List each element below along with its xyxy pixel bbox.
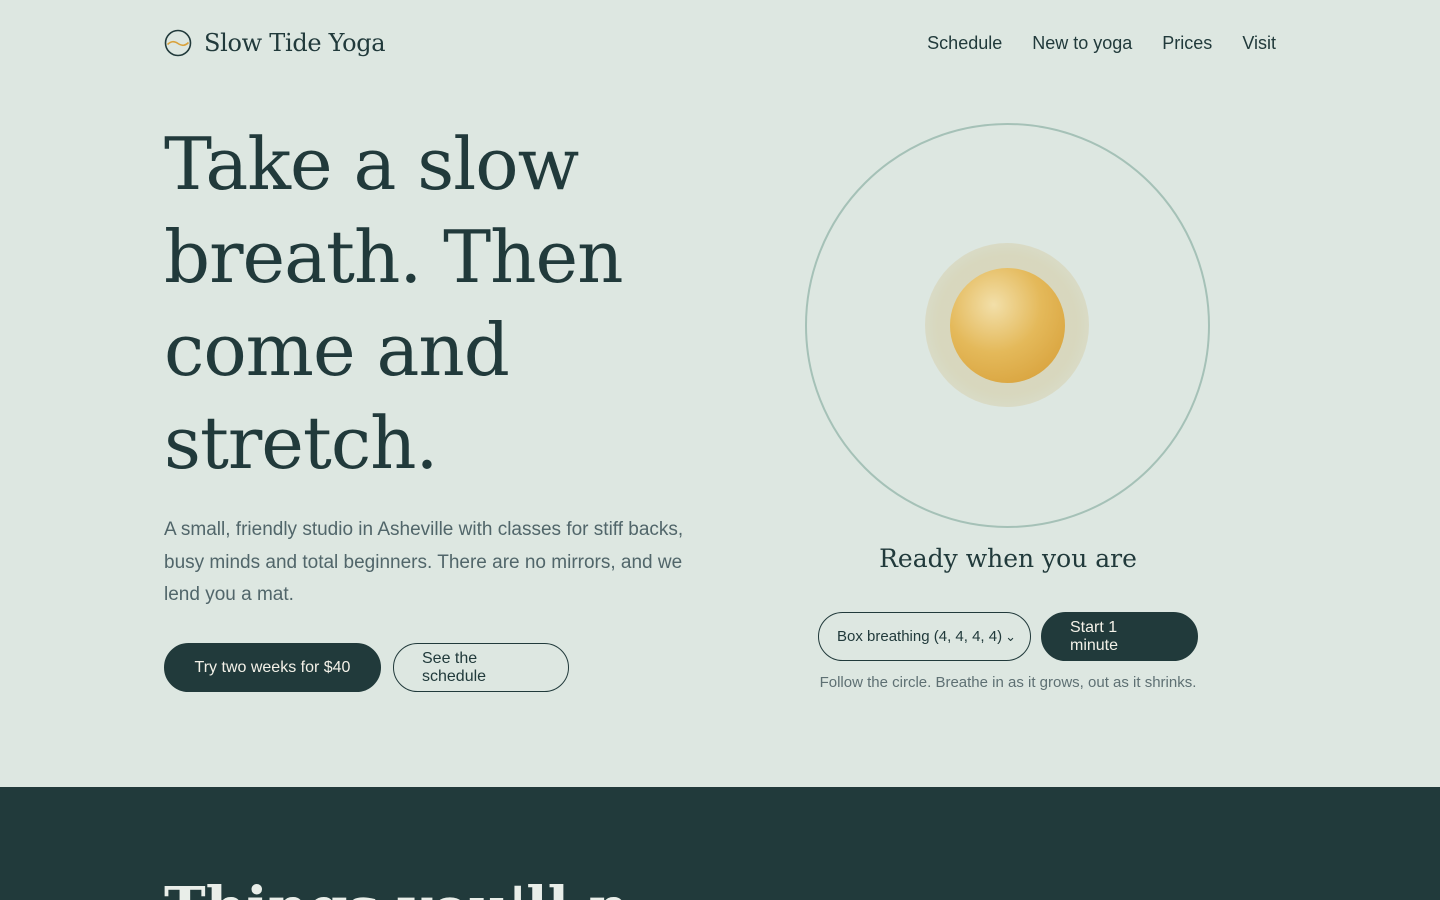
site-header: Slow Tide Yoga Schedule New to yoga Pric…	[164, 22, 1276, 64]
hero-title: Take a slow breath. Then come and stretc…	[164, 118, 724, 490]
nav-visit[interactable]: Visit	[1242, 33, 1276, 54]
hero-title-line: come and	[164, 308, 510, 392]
hero-title-line: Take a slow	[164, 122, 579, 206]
nav-prices[interactable]: Prices	[1162, 33, 1212, 54]
brand[interactable]: Slow Tide Yoga	[164, 29, 386, 57]
tide-circle-icon	[164, 29, 192, 57]
hero-description: A small, friendly studio in Asheville wi…	[164, 519, 684, 605]
next-section: Things you'll n	[0, 787, 1440, 900]
start-breathing-button[interactable]: Start 1 minute	[1041, 612, 1198, 661]
brand-name: Slow Tide Yoga	[204, 29, 386, 57]
breathing-hint: Follow the circle. Breathe in as it grow…	[819, 674, 1197, 691]
breathing-orb	[950, 268, 1065, 383]
breathing-pattern-value: Box breathing (4, 4, 4, 4)	[837, 628, 1003, 645]
next-section-title: Things you'll n	[164, 875, 629, 900]
chevron-down-icon: ⌄	[1005, 628, 1016, 644]
hero-title-line: breath. Then	[164, 215, 623, 299]
main-nav: Schedule New to yoga Prices Visit	[927, 33, 1276, 54]
hero-actions: Try two weeks for $40 See the schedule	[164, 643, 569, 692]
hero-title-line: stretch.	[164, 401, 438, 485]
nav-schedule[interactable]: Schedule	[927, 33, 1002, 54]
see-schedule-button[interactable]: See the schedule	[393, 643, 569, 692]
breathing-pattern-select[interactable]: Box breathing (4, 4, 4, 4) ⌄	[818, 612, 1031, 661]
try-two-weeks-button[interactable]: Try two weeks for $40	[164, 643, 381, 692]
breathing-controls: Box breathing (4, 4, 4, 4) ⌄ Start 1 min…	[818, 612, 1198, 661]
breathing-status: Ready when you are	[879, 544, 1137, 573]
nav-new-to-yoga[interactable]: New to yoga	[1032, 33, 1132, 54]
